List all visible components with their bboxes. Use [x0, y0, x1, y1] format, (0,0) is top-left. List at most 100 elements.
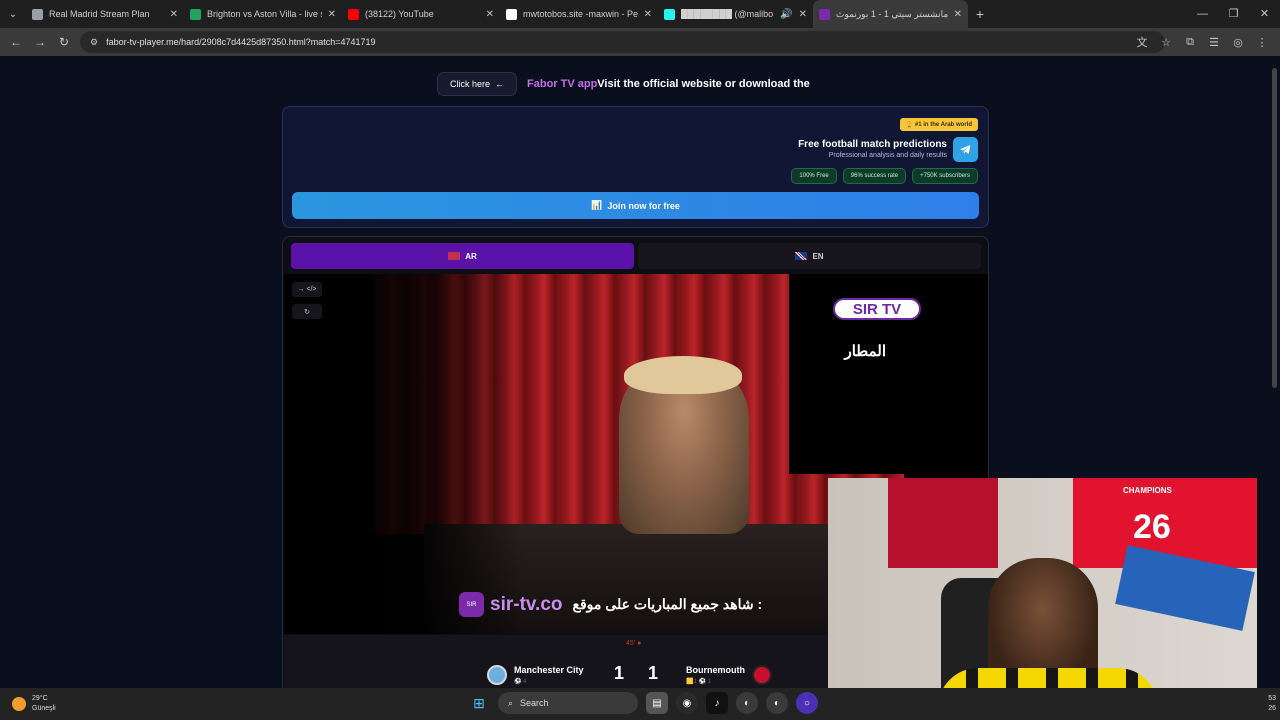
chrome-icon[interactable]: ◐ [736, 692, 758, 714]
minimize-icon[interactable]: — [1187, 0, 1218, 28]
extensions-icon[interactable]: ⧉ [1178, 36, 1202, 49]
tab-strip: ⌄ Real Madrid Stream Plan ✕ Brighton vs … [0, 0, 1280, 28]
away-team: Bournemouth 🟨1 ⚽ 1 [686, 665, 772, 685]
browser-tab-5[interactable]: مانشستر سيتي 1 - 1 بورنموث | S ✕ [813, 0, 968, 28]
file-explorer-icon[interactable]: ▤ [646, 692, 668, 714]
close-icon[interactable]: ✕ [954, 9, 962, 20]
stat-pill: 96% success rate [842, 168, 907, 184]
man-city-crest-icon [487, 665, 507, 685]
system-clock[interactable]: 53 26 [1268, 694, 1276, 714]
restore-icon[interactable]: ❐ [1218, 0, 1249, 28]
clock-date: 26 [1268, 705, 1276, 712]
promo-text: Fabor TV appVisit the official website o… [527, 78, 810, 90]
translate-icon[interactable]: 文 [1130, 34, 1154, 50]
close-window-icon[interactable]: ✕ [1249, 0, 1280, 28]
rank-badge: 🏆 #1 in the Arab world [899, 118, 978, 131]
stat-pill: 100% Free [791, 168, 837, 184]
forward-icon[interactable]: → [28, 35, 52, 49]
tab-ar[interactable]: AR [291, 243, 634, 269]
card-subtitle: Professional analysis and daily results [828, 152, 947, 159]
obs-icon[interactable]: ◉ [676, 692, 698, 714]
flag-icon [448, 252, 461, 260]
weather-widget[interactable]: 29°C Güneşli [12, 694, 56, 714]
bookmark-star-icon[interactable]: ☆ [1154, 36, 1178, 49]
refresh-button[interactable]: ↻ [292, 304, 322, 319]
tab-title: (38122) YouTube [365, 9, 434, 19]
home-team: Manchester City ⚽ 4 [487, 665, 584, 685]
flag-icon [795, 252, 808, 260]
away-team-name: Bournemouth [686, 665, 745, 675]
site-info-icon[interactable]: ⚙ [90, 37, 98, 48]
tab-favicon [32, 8, 43, 20]
home-team-name: Manchester City [514, 665, 584, 675]
browser-tab-3[interactable]: mwtotobos.site -maxwin - Pene ✕ [500, 0, 658, 28]
match-minute: 45' ● [626, 640, 642, 647]
close-icon[interactable]: ✕ [486, 9, 494, 20]
scrollbar[interactable] [1269, 56, 1280, 688]
clock-time: 53 [1268, 695, 1276, 702]
tab-favicon [506, 8, 517, 20]
language-tabs: AR EN [291, 243, 981, 269]
jersey-left [888, 478, 998, 568]
jersey-top-text: CHAMPIONS [1123, 486, 1172, 495]
close-icon[interactable]: ✕ [799, 9, 807, 20]
search-label: Search [520, 698, 549, 708]
tab-favicon [819, 8, 830, 20]
tab-favicon [664, 8, 675, 20]
menu-icon[interactable]: ⋮ [1250, 36, 1274, 49]
arabic-caption: شاهد جميع المباريات على موقع : [572, 596, 763, 612]
telegram-card: 🏆 #1 in the Arab world Free football mat… [282, 106, 989, 228]
chart-icon: 📊 [591, 200, 603, 210]
telegram-icon [953, 137, 978, 162]
jersey-number: 26 [1133, 508, 1171, 546]
home-team-stats: ⚽ 4 [514, 679, 527, 685]
tab-title: ████████ (@malibo [681, 9, 774, 19]
webcam-overlay: CHAMPIONS 26 [828, 478, 1257, 720]
channel-logo: SIR TV [833, 298, 921, 320]
close-icon[interactable]: ✕ [328, 9, 336, 20]
new-tab-button[interactable]: + [968, 6, 992, 22]
tiktok-icon[interactable]: ♪ [706, 692, 728, 714]
window-controls: — ❐ ✕ [1187, 0, 1280, 28]
windows-start-icon[interactable]: ⊞ [468, 692, 490, 714]
tab-title: mwtotobos.site -maxwin - Pene [523, 9, 638, 19]
sir-logo-icon: SIR [459, 592, 484, 617]
video-shadow [284, 274, 524, 634]
tab-groups-icon[interactable]: ☰ [1202, 36, 1226, 49]
browser-tab-1[interactable]: Brighton vs Aston Villa - live sc ✕ [184, 0, 342, 28]
arrow-left-icon: ← [495, 79, 505, 89]
join-now-button[interactable]: 📊 Join now for free [292, 192, 979, 219]
close-icon[interactable]: ✕ [170, 9, 178, 20]
card-title: Free football match predictions [798, 139, 947, 150]
chrome-icon-2[interactable]: ◐ [766, 692, 788, 714]
scrollbar-thumb[interactable] [1272, 68, 1277, 388]
reload-icon[interactable]: ↻ [52, 35, 76, 49]
taskbar-apps: ⊞ ⌕ Search ▤ ◉ ♪ ◐ ◐ ○ [468, 692, 818, 714]
speaker-icon[interactable]: 🔊 [780, 9, 792, 20]
join-label: Join now for free [607, 200, 680, 211]
promo-banner: Click here ← Fabor TV appVisit the offic… [437, 72, 810, 96]
browser-tab-2[interactable]: (38122) YouTube ✕ [342, 0, 500, 28]
url-text: fabor-tv-player.me/hard/2908c7d4425d8735… [106, 37, 376, 47]
taskbar-search[interactable]: ⌕ Search [498, 692, 638, 714]
promo-text-rest: Visit the official website or download t… [597, 78, 810, 90]
tab-en[interactable]: EN [638, 243, 981, 269]
click-here-button[interactable]: Click here ← [437, 72, 518, 96]
click-here-label: Click here [450, 79, 491, 89]
browser-tab-0[interactable]: Real Madrid Stream Plan ✕ [26, 0, 184, 28]
back-icon[interactable]: ← [4, 35, 28, 49]
profile-icon[interactable]: ◎ [1226, 36, 1250, 49]
search-icon: ⌕ [508, 697, 514, 708]
promo-app-name[interactable]: Fabor TV app [527, 78, 597, 90]
video-presenter-hat [624, 356, 742, 394]
embed-button[interactable]: → </> [292, 282, 322, 297]
close-icon[interactable]: ✕ [644, 9, 652, 20]
site-url: sir-tv.co [490, 593, 563, 615]
browser-tab-4[interactable]: ████████ (@malibo 🔊 ✕ [658, 0, 813, 28]
tab-search-button[interactable]: ⌄ [0, 0, 26, 28]
video-caption: SIR sir-tv.co شاهد جميع المباريات على مو… [459, 592, 762, 617]
app-circle-icon[interactable]: ○ [796, 692, 818, 714]
weather-desc: Güneşli [32, 705, 56, 712]
address-bar[interactable]: ⚙ fabor-tv-player.me/hard/2908c7d4425d87… [80, 31, 1165, 53]
away-team-stats: 🟨1 ⚽ 1 [686, 679, 711, 685]
